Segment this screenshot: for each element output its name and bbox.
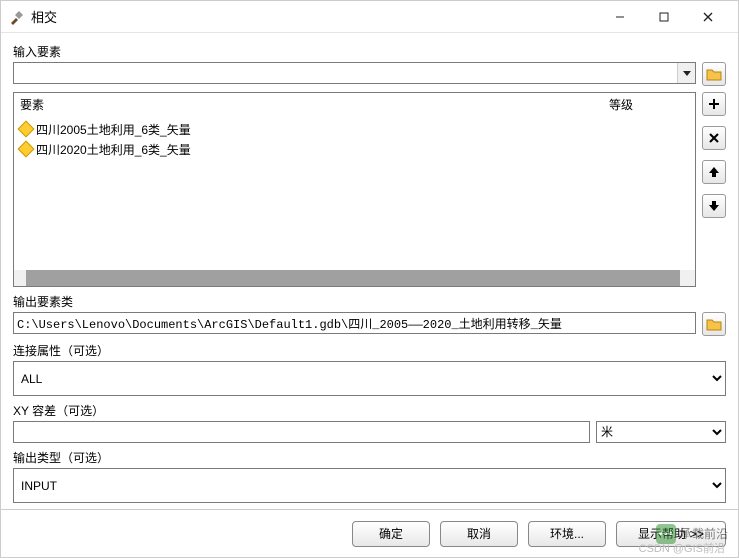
ok-button[interactable]: 确定 <box>352 521 430 547</box>
feature-layer-icon <box>18 121 35 138</box>
feature-name: 四川2020土地利用_6类_矢量 <box>36 141 191 158</box>
horizontal-scrollbar[interactable] <box>14 270 695 286</box>
dropdown-arrow-icon <box>677 63 695 83</box>
move-down-button[interactable] <box>702 194 726 218</box>
join-attr-select[interactable]: ALL <box>13 361 726 396</box>
col-rank-header: 等级 <box>609 96 689 113</box>
output-type-select[interactable]: INPUT <box>13 468 726 503</box>
input-features-dropdown[interactable] <box>13 62 696 84</box>
xy-unit-select[interactable]: 米 <box>596 421 726 443</box>
xy-tol-label: XY 容差（可选） <box>13 402 726 419</box>
csdn-watermark: CSDN @GIS前沿 <box>639 540 725 556</box>
cancel-button[interactable]: 取消 <box>440 521 518 547</box>
browse-output-button[interactable] <box>702 312 726 336</box>
input-features-label: 输入要素 <box>13 43 726 60</box>
list-header: 要素 等级 <box>14 93 695 119</box>
hammer-icon <box>9 9 25 25</box>
xy-tol-input[interactable] <box>13 421 590 443</box>
list-item[interactable]: 四川2005土地利用_6类_矢量 <box>20 119 689 139</box>
maximize-button[interactable] <box>642 3 686 31</box>
browse-input-button[interactable] <box>702 62 726 86</box>
list-item[interactable]: 四川2020土地利用_6类_矢量 <box>20 139 689 159</box>
close-button[interactable] <box>686 3 730 31</box>
window-title: 相交 <box>31 7 598 26</box>
button-bar: 确定 取消 环境... 显示帮助 >> 承载前沿 <box>1 509 738 557</box>
remove-button[interactable] <box>702 126 726 150</box>
list-side-buttons <box>702 92 726 287</box>
dialog-window: 相交 输入要素 <box>0 0 739 558</box>
join-attr-label: 连接属性（可选） <box>13 342 726 359</box>
features-listbox[interactable]: 要素 等级 四川2005土地利用_6类_矢量 四川2020土地利用_6类_矢量 <box>13 92 696 287</box>
output-path-input[interactable] <box>13 312 696 334</box>
output-fc-label: 输出要素类 <box>13 293 726 310</box>
feature-layer-icon <box>18 141 35 158</box>
feature-name: 四川2005土地利用_6类_矢量 <box>36 121 191 138</box>
titlebar: 相交 <box>1 1 738 33</box>
environment-button[interactable]: 环境... <box>528 521 606 547</box>
list-rows: 四川2005土地利用_6类_矢量 四川2020土地利用_6类_矢量 <box>14 119 695 270</box>
dialog-content: 输入要素 要素 等级 <box>1 33 738 509</box>
col-feature-header: 要素 <box>20 96 609 113</box>
output-type-label: 输出类型（可选） <box>13 449 726 466</box>
move-up-button[interactable] <box>702 160 726 184</box>
minimize-button[interactable] <box>598 3 642 31</box>
add-button[interactable] <box>702 92 726 116</box>
system-buttons <box>598 3 730 31</box>
scrollbar-thumb[interactable] <box>26 270 680 286</box>
